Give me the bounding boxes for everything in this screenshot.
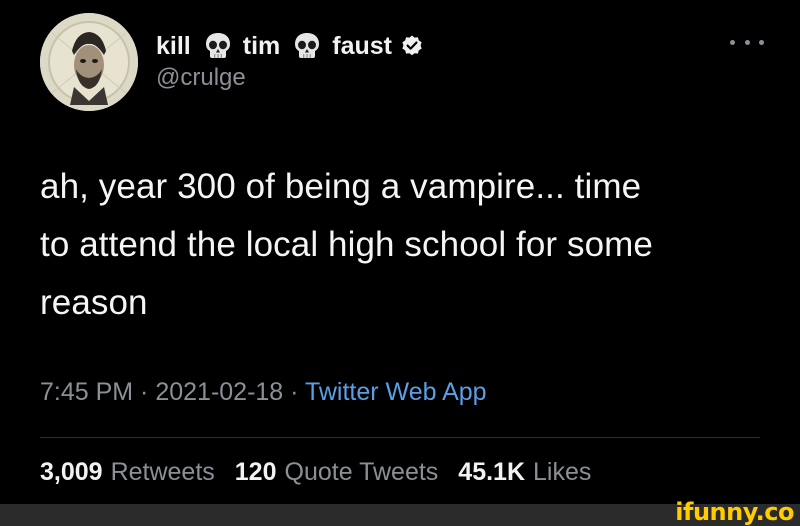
- author-handle[interactable]: @crulge: [156, 64, 246, 92]
- divider: [40, 437, 760, 438]
- likes-label: Likes: [533, 458, 592, 486]
- meta-separator: ·: [283, 378, 305, 406]
- verified-badge-icon: [400, 34, 424, 58]
- tweet-line: ah, year 300 of being a vampire... time: [40, 167, 642, 206]
- author-name-part-2: tim: [242, 31, 281, 60]
- more-options-icon[interactable]: [730, 32, 764, 52]
- quote-tweets-count: 120: [234, 458, 277, 486]
- dot: [744, 39, 750, 45]
- likes-stat[interactable]: 45.1K Likes: [458, 458, 591, 487]
- retweets-count: 3,009: [40, 458, 103, 486]
- likes-count: 45.1K: [458, 458, 526, 486]
- quote-tweets-stat[interactable]: 120 Quote Tweets: [235, 458, 439, 487]
- tweet-line: to attend the local high school for some: [40, 225, 653, 264]
- quote-tweets-label: Quote Tweets: [284, 458, 439, 486]
- meta-separator: ·: [133, 378, 156, 406]
- dot: [759, 39, 764, 45]
- tweet-text: ah, year 300 of being a vampire... time …: [40, 158, 770, 332]
- author-name-part-3: faust: [332, 31, 392, 60]
- author-name-part-1: kill: [156, 31, 191, 60]
- tweet-meta: 7:45 PM · 2021-02-18 · Twitter Web App: [40, 378, 487, 407]
- ifunny-watermark: ifunny.co: [675, 498, 794, 526]
- profile-picture-icon: [40, 13, 138, 111]
- tweet-time[interactable]: 7:45 PM: [40, 378, 133, 406]
- skull-icon: [203, 31, 233, 61]
- skull-icon: [292, 31, 322, 61]
- tweet-date[interactable]: 2021-02-18: [155, 378, 283, 406]
- engagement-stats: 3,009 Retweets 120 Quote Tweets 45.1K Li…: [40, 458, 611, 487]
- source-app-link[interactable]: Twitter Web App: [305, 378, 487, 406]
- author-name[interactable]: kill tim faust: [156, 30, 424, 62]
- retweets-label: Retweets: [110, 458, 215, 486]
- dot: [730, 39, 735, 45]
- tweet-line: reason: [40, 283, 148, 322]
- retweets-stat[interactable]: 3,009 Retweets: [40, 458, 215, 487]
- avatar[interactable]: [40, 13, 138, 111]
